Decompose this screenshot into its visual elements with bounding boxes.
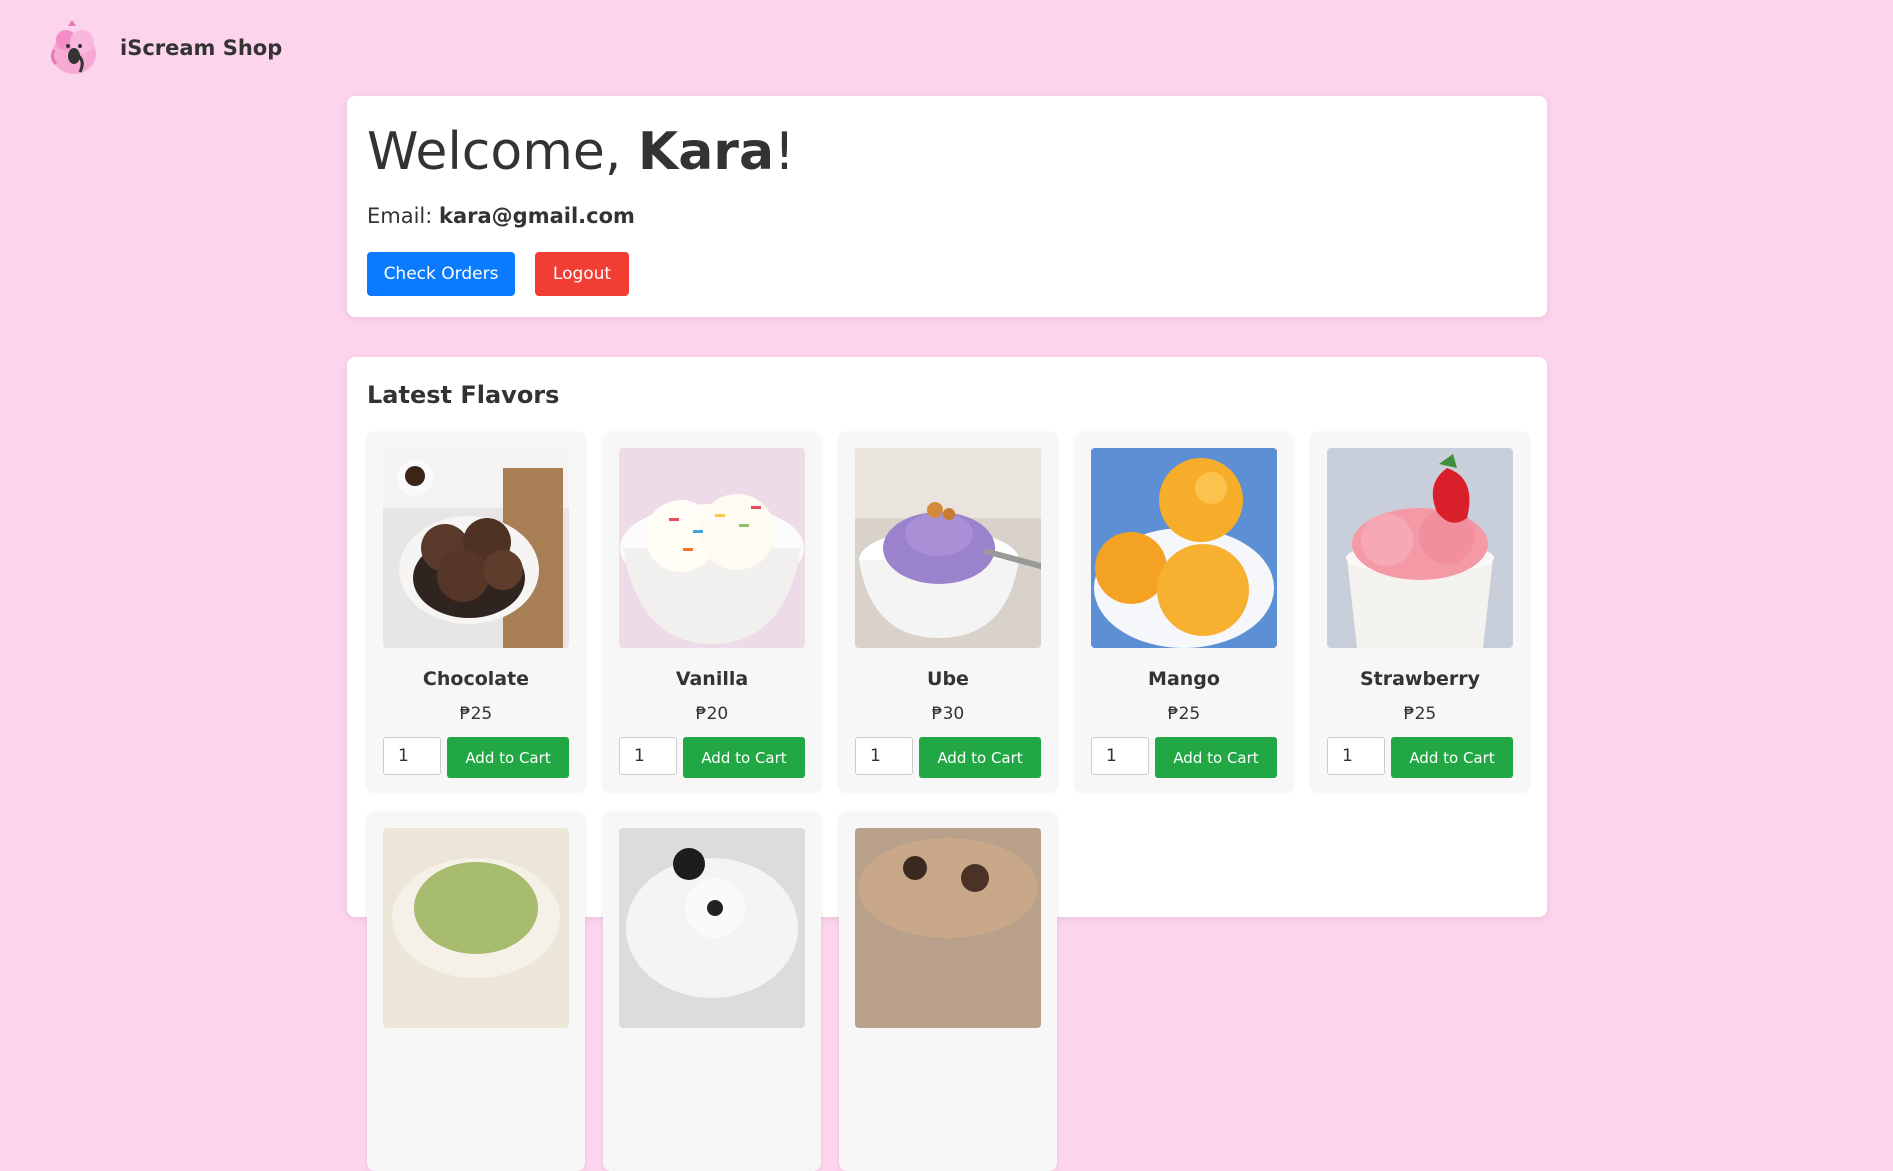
- product-card-rocky-road-partial: [839, 812, 1057, 1171]
- elephant-logo-icon[interactable]: [46, 20, 102, 78]
- quantity-input[interactable]: [1091, 737, 1149, 775]
- quantity-input[interactable]: [619, 737, 677, 775]
- product-card-ube: Ube ₱30 Add to Cart: [839, 432, 1057, 791]
- product-price: ₱25: [1403, 704, 1437, 724]
- product-card-strawberry: Strawberry ₱25 Add to Cart: [1311, 432, 1529, 791]
- user-name: Kara: [637, 122, 775, 182]
- welcome-greeting: Welcome,: [367, 122, 638, 182]
- product-price: ₱25: [459, 704, 493, 724]
- product-name: Ube: [927, 668, 969, 690]
- welcome-card: Welcome, Kara! Email: kara@gmail.com Che…: [347, 96, 1547, 317]
- product-name: Vanilla: [675, 668, 749, 690]
- quantity-input[interactable]: [1327, 737, 1385, 775]
- quantity-input[interactable]: [383, 737, 441, 775]
- welcome-suffix: !: [774, 122, 795, 182]
- add-to-cart-button[interactable]: Add to Cart: [1155, 737, 1277, 778]
- top-navbar: iScream Shop: [0, 0, 1893, 98]
- latest-flavors-card: Latest Flavors Chocolate ₱25 Add to Cart: [347, 357, 1547, 1171]
- add-to-cart-button[interactable]: Add to Cart: [1391, 737, 1513, 778]
- product-name: Mango: [1148, 668, 1220, 690]
- product-name: Chocolate: [422, 668, 530, 690]
- latest-flavors-heading: Latest Flavors: [367, 381, 560, 409]
- welcome-heading: Welcome, Kara!: [367, 122, 795, 182]
- product-card-cookies-cream-partial: [603, 812, 821, 1171]
- product-price: ₱20: [695, 704, 729, 724]
- email-label: Email:: [367, 204, 440, 228]
- product-card-vanilla: Vanilla ₱20 Add to Cart: [603, 432, 821, 791]
- vanilla-ice-cream-image: [619, 448, 805, 648]
- brand-name[interactable]: iScream Shop: [120, 36, 282, 60]
- matcha-ice-cream-image: [383, 828, 569, 1028]
- product-card-chocolate: Chocolate ₱25 Add to Cart: [367, 432, 585, 791]
- product-price: ₱30: [931, 704, 965, 724]
- mango-ice-cream-image: [1091, 448, 1277, 648]
- rocky-road-ice-cream-image: [855, 828, 1041, 1028]
- product-name: Strawberry: [1359, 668, 1481, 690]
- logout-button[interactable]: Logout: [535, 252, 629, 296]
- quantity-input[interactable]: [855, 737, 913, 775]
- add-to-cart-button[interactable]: Add to Cart: [919, 737, 1041, 778]
- cookies-and-cream-ice-cream-image: [619, 828, 805, 1028]
- product-card-mango: Mango ₱25 Add to Cart: [1075, 432, 1293, 791]
- add-to-cart-button[interactable]: Add to Cart: [683, 737, 805, 778]
- add-to-cart-button[interactable]: Add to Cart: [447, 737, 569, 778]
- product-price: ₱25: [1167, 704, 1201, 724]
- chocolate-ice-cream-image: [383, 448, 569, 648]
- ube-ice-cream-image: [855, 448, 1041, 648]
- strawberry-ice-cream-image: [1327, 448, 1513, 648]
- user-email: kara@gmail.com: [439, 204, 635, 228]
- email-line: Email: kara@gmail.com: [367, 204, 635, 228]
- check-orders-button[interactable]: Check Orders: [367, 252, 515, 296]
- product-card-matcha-partial: [367, 812, 585, 1171]
